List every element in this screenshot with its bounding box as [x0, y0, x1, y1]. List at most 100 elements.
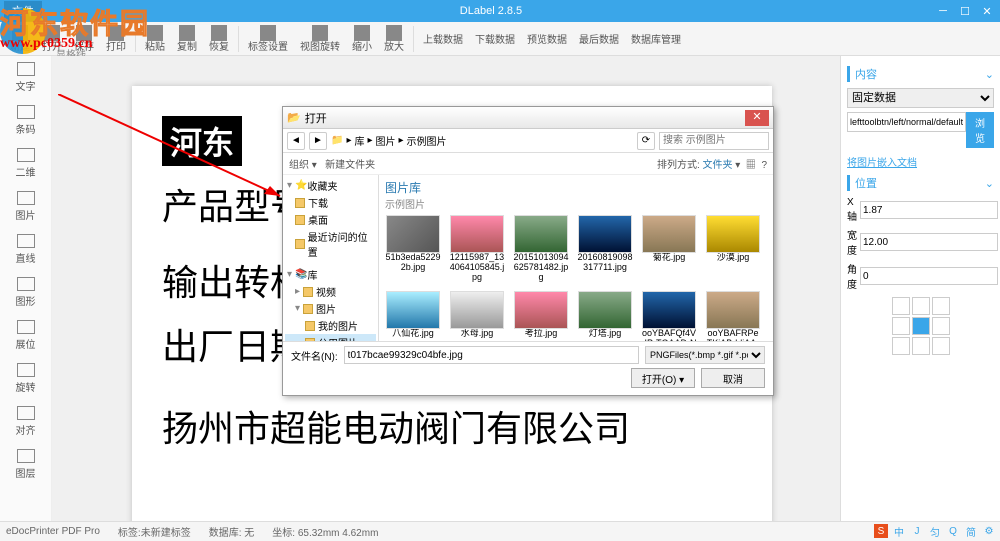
file-item[interactable]: 20160819098317711.jpg — [577, 215, 633, 283]
file-item[interactable]: 51b3eda52292b.jpg — [385, 215, 441, 283]
rp-x-input[interactable] — [860, 201, 998, 219]
tb-download-data[interactable]: 预览数据 — [521, 31, 573, 46]
tray-moon-icon[interactable]: J — [910, 524, 924, 538]
rp-x-label: X轴 — [847, 197, 857, 223]
tool-barcode[interactable]: 条码 — [0, 99, 51, 142]
tree-pictures[interactable]: ▾图片 — [285, 300, 376, 317]
tree-recent[interactable]: 最近访问的位置 — [285, 228, 376, 260]
fd-organize-btn[interactable]: 组织 — [289, 160, 309, 171]
file-name: 菊花.jpg — [653, 253, 686, 263]
tool-ctrl[interactable]: 展位 — [0, 314, 51, 357]
rp-browse-btn[interactable]: 浏览 — [966, 112, 994, 148]
file-item[interactable]: 八仙花.jpg — [385, 291, 441, 341]
fd-newfolder-btn[interactable]: 新建文件夹 — [325, 160, 375, 171]
fd-breadcrumb[interactable]: 📁▸ 库▸ 图片▸ 示例图片 — [331, 133, 633, 148]
tray-gear-icon[interactable]: ⚙ — [982, 524, 996, 538]
anchor-grid[interactable] — [892, 297, 950, 355]
tree-libraries[interactable]: ▾📚库 — [285, 266, 376, 283]
anchor-center[interactable] — [912, 317, 930, 335]
canvas-row4[interactable]: 扬州市超能电动阀门有限公司 — [162, 400, 742, 452]
file-item[interactable]: 水母.jpg — [449, 291, 505, 341]
file-item[interactable]: ooYBAFRPeTKiABddjAAryuBgHH4AsspQDgYCwACa… — [705, 291, 761, 341]
rp-embed-link[interactable]: 将图片嵌入文档 — [847, 158, 917, 169]
tree-favorites[interactable]: ▾⭐收藏夹 — [285, 177, 376, 194]
tree-desktop[interactable]: 桌面 — [285, 211, 376, 228]
rp-datasource-select[interactable]: 固定数据 — [847, 88, 994, 108]
grid-icon — [17, 449, 35, 463]
tb-next-data[interactable]: 下载数据 — [469, 31, 521, 46]
fd-filelist[interactable]: 图片库 示例图片 51b3eda52292b.jpg12115987_13406… — [379, 175, 773, 341]
chevron-down-icon: ⌄ — [985, 177, 994, 190]
tb-label-setup[interactable]: 标签设置 — [242, 25, 294, 53]
tb-view-rotate[interactable]: 视图旋转 — [294, 25, 346, 53]
file-item[interactable]: 菊花.jpg — [641, 215, 697, 283]
fd-cancel-button[interactable]: 取消 — [701, 368, 765, 388]
watermark: 河东软件园 www.pc0359.cn — [0, 2, 150, 52]
file-item[interactable]: 考拉.jpg — [513, 291, 569, 341]
tool-grid[interactable]: 图层 — [0, 443, 51, 486]
maximize-button[interactable]: ☐ — [956, 3, 974, 19]
tray-q-icon[interactable]: Q — [946, 524, 960, 538]
fd-back-button[interactable]: ◄ — [287, 132, 305, 150]
properties-panel: 内容⌄ 固定数据 浏览 将图片嵌入文档 位置⌄ X轴 ▴▾ Y轴 ▴▾ 宽度 ▴… — [840, 56, 1000, 521]
system-tray: S 中 J 匀 Q 简 ⚙ — [870, 521, 1000, 541]
left-toolbar: 文字 条码 二维 图片 直线 图形 展位 旋转 对齐 图层 — [0, 56, 52, 521]
file-item[interactable]: 沙漠.jpg — [705, 215, 761, 283]
fd-title-text: 打开 — [305, 110, 745, 126]
tool-qrcode[interactable]: 二维 — [0, 142, 51, 185]
tool-text[interactable]: 文字 — [0, 56, 51, 99]
rp-path-input[interactable] — [847, 112, 966, 132]
rp-angle-input[interactable] — [860, 267, 998, 285]
minimize-button[interactable]: ─ — [934, 3, 952, 19]
close-button[interactable]: ✕ — [978, 3, 996, 19]
status-printer: eDocPrinter PDF Pro — [6, 526, 100, 537]
tb-copy[interactable]: 复制 — [171, 25, 203, 53]
fd-lib-header: 图片库 — [385, 179, 767, 196]
fd-filter-select[interactable]: PNGFiles(*.bmp *.gif *.pcx *.t — [645, 346, 765, 364]
tool-rotate[interactable]: 旋转 — [0, 357, 51, 400]
fd-refresh-button[interactable]: ⟳ — [637, 132, 655, 150]
tool-image[interactable]: 图片 — [0, 185, 51, 228]
file-open-dialog: 📂 打开 ✕ ◄ ► 📁▸ 库▸ 图片▸ 示例图片 ⟳ 组织 ▾ 新建文件夹 排… — [282, 106, 774, 396]
tree-pubpics[interactable]: 公用图片 — [285, 334, 376, 341]
tool-rect[interactable]: 图形 — [0, 271, 51, 314]
tray-ime-icon[interactable]: S — [874, 524, 888, 538]
fd-close-button[interactable]: ✕ — [745, 110, 769, 126]
tb-refresh-data[interactable]: 最后数据 — [573, 31, 625, 46]
tray-lang-icon[interactable]: 中 — [892, 524, 906, 538]
tb-import-data[interactable]: 上载数据 — [417, 31, 469, 46]
tb-zoom-in[interactable]: 放大 — [378, 25, 410, 53]
fd-tree[interactable]: ▾⭐收藏夹 下载 桌面 最近访问的位置 ▾📚库 ▸视频 ▾图片 我的图片 公用图… — [283, 175, 379, 341]
file-thumb — [450, 215, 504, 253]
fd-view-btn[interactable]: ▦ — [746, 160, 756, 171]
fd-fwd-button[interactable]: ► — [309, 132, 327, 150]
label-setup-icon — [260, 25, 276, 41]
tool-line[interactable]: 直线 — [0, 228, 51, 271]
fd-filename-input[interactable] — [344, 346, 639, 364]
rp-position-header[interactable]: 位置⌄ — [847, 175, 994, 191]
tree-videos[interactable]: ▸视频 — [285, 283, 376, 300]
tree-downloads[interactable]: 下载 — [285, 194, 376, 211]
tray-jian-icon[interactable]: 简 — [964, 524, 978, 538]
fd-help-btn[interactable]: ? — [761, 160, 767, 171]
rotate-icon — [312, 25, 328, 41]
fd-open-button[interactable]: 打开(O) ▾ — [631, 368, 695, 388]
tool-align[interactable]: 对齐 — [0, 400, 51, 443]
canvas-header-black[interactable]: 河东 — [162, 116, 242, 166]
file-item[interactable]: 灯塔.jpg — [577, 291, 633, 341]
tb-db-manage[interactable]: 数据库管理 — [625, 31, 687, 46]
fd-arrange-value[interactable]: 文件夹 — [703, 160, 733, 171]
fd-titlebar[interactable]: 📂 打开 ✕ — [283, 107, 773, 129]
rp-content-header[interactable]: 内容⌄ — [847, 66, 994, 82]
tb-restore[interactable]: 恢复 — [203, 25, 235, 53]
tb-zoom-out[interactable]: 缩小 — [346, 25, 378, 53]
rp-w-input[interactable] — [860, 233, 998, 251]
fd-search-input[interactable] — [659, 132, 769, 150]
rotate-tool-icon — [17, 363, 35, 377]
file-item[interactable]: 12115987_134064105845.jpg — [449, 215, 505, 283]
tray-punct-icon[interactable]: 匀 — [928, 524, 942, 538]
file-name: 51b3eda52292b.jpg — [385, 253, 441, 273]
tree-mypics[interactable]: 我的图片 — [285, 317, 376, 334]
file-item[interactable]: 20151013094625781482.jpg — [513, 215, 569, 283]
file-item[interactable]: ooYBAFQf4V-IPrTGAADrNxe_gLHoAAfwJ4As5qEk… — [641, 291, 697, 341]
